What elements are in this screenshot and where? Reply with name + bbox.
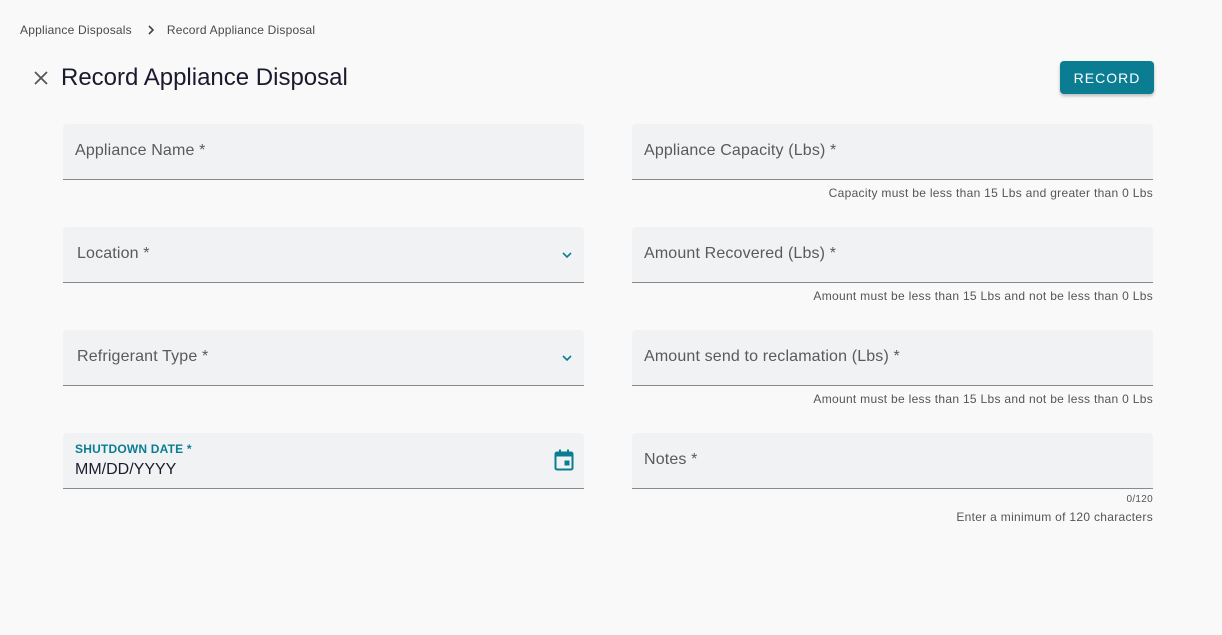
notes-hint: Enter a minimum of 120 characters	[956, 510, 1153, 524]
breadcrumb-current: Record Appliance Disposal	[166, 23, 316, 37]
notes-label: Notes *	[644, 451, 698, 468]
appliance-capacity-field[interactable]: Appliance Capacity (Lbs) *	[632, 124, 1153, 180]
shutdown-date-field[interactable]: SHUTDOWN DATE * MM/DD/YYYY	[63, 433, 584, 489]
amount-reclamation-field[interactable]: Amount send to reclamation (Lbs) *	[632, 330, 1153, 386]
close-icon[interactable]	[30, 67, 52, 89]
breadcrumb: Appliance Disposals Record Appliance Dis…	[20, 23, 315, 37]
amount-reclamation-hint: Amount must be less than 15 Lbs and not …	[813, 392, 1153, 406]
record-button[interactable]: RECORD	[1060, 61, 1154, 94]
amount-recovered-hint: Amount must be less than 15 Lbs and not …	[813, 289, 1153, 303]
refrigerant-type-select[interactable]: Refrigerant Type *	[63, 330, 584, 386]
refrigerant-type-label: Refrigerant Type *	[77, 348, 209, 365]
page-header: Record Appliance Disposal RECORD	[30, 61, 1154, 96]
amount-reclamation-label: Amount send to reclamation (Lbs) *	[644, 348, 900, 365]
notes-field[interactable]: Notes *	[632, 433, 1153, 489]
notes-char-counter: 0/120	[1126, 494, 1153, 505]
appliance-name-label: Appliance Name *	[75, 142, 206, 159]
location-select[interactable]: Location *	[63, 227, 584, 283]
appliance-capacity-label: Appliance Capacity (Lbs) *	[644, 142, 837, 159]
amount-recovered-label: Amount Recovered (Lbs) *	[644, 245, 837, 262]
chevron-down-icon	[562, 355, 572, 362]
amount-recovered-field[interactable]: Amount Recovered (Lbs) *	[632, 227, 1153, 283]
appliance-name-field[interactable]: Appliance Name *	[63, 124, 584, 180]
calendar-icon[interactable]	[554, 449, 574, 471]
shutdown-date-label: SHUTDOWN DATE *	[75, 442, 192, 456]
appliance-capacity-hint: Capacity must be less than 15 Lbs and gr…	[828, 186, 1153, 200]
chevron-down-icon	[562, 252, 572, 259]
shutdown-date-input[interactable]: MM/DD/YYYY	[75, 461, 176, 479]
breadcrumb-link-appliance-disposals[interactable]: Appliance Disposals	[20, 23, 132, 37]
location-label: Location *	[77, 245, 150, 262]
page-title: Record Appliance Disposal	[61, 64, 348, 91]
chevron-right-icon	[148, 25, 155, 35]
